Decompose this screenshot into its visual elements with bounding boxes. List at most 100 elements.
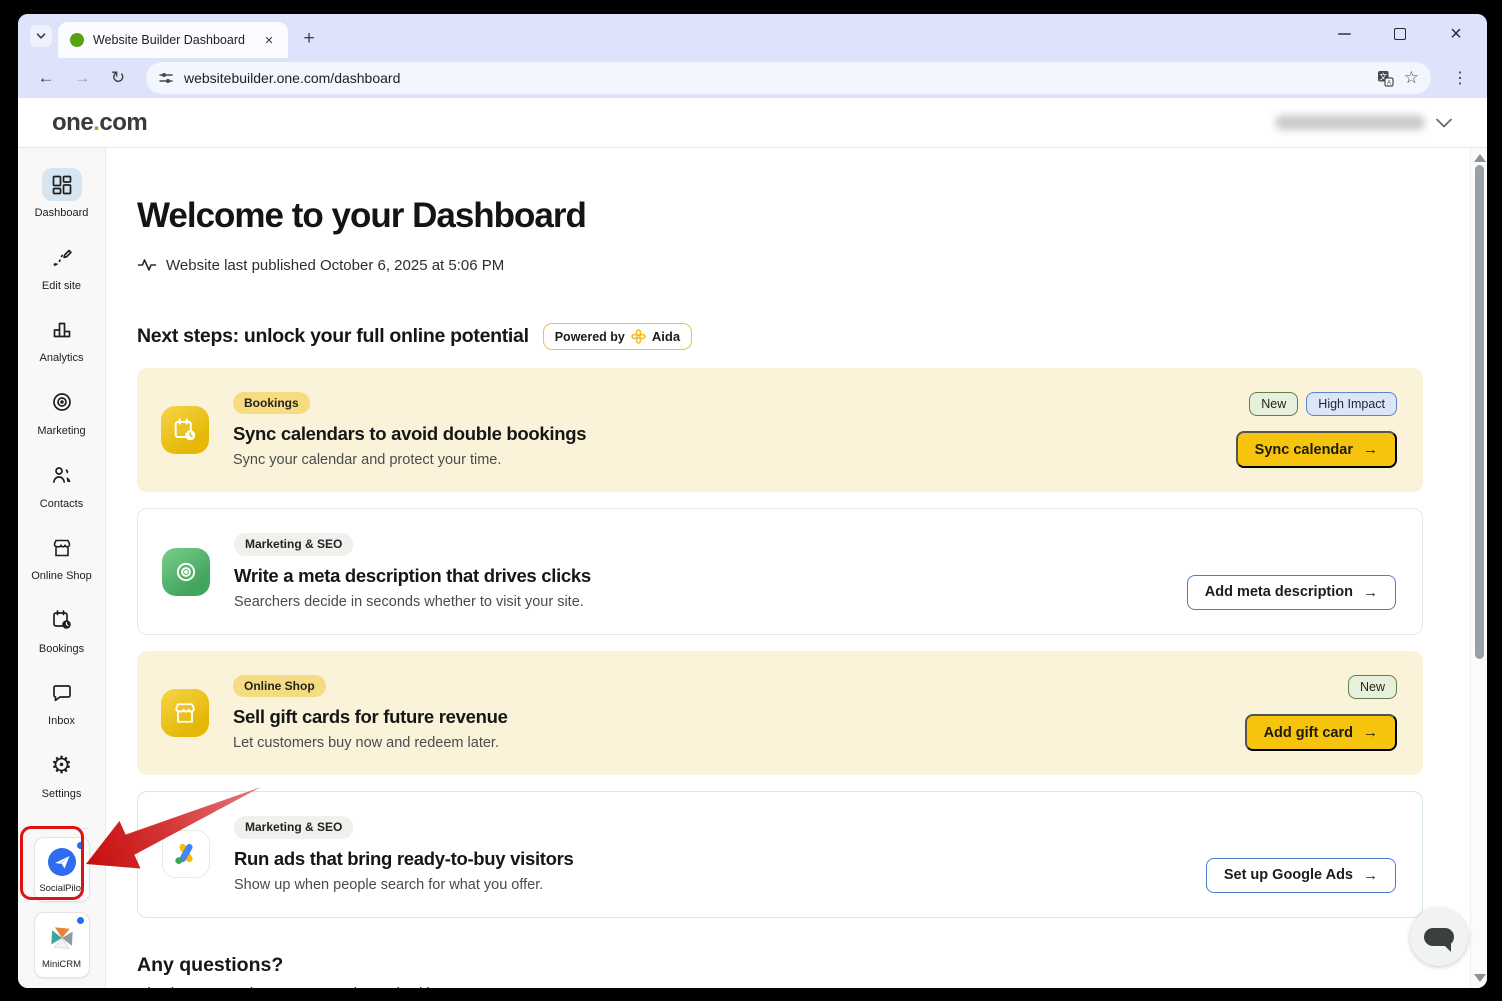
sidebar-item-dashboard[interactable]: Dashboard [18,168,105,241]
button-label: Set up Google Ads [1224,867,1353,883]
bookmark-star-icon[interactable]: ☆ [1404,68,1419,88]
high-impact-badge: High Impact [1306,392,1397,416]
chat-bubble-icon [42,676,82,709]
browser-window: Website Builder Dashboard × + × ← → ↻ we… [18,14,1487,988]
sidebar-app-socialpilot[interactable]: SocialPilot [34,837,90,903]
card-text: Bookings Sync calendars to avoid double … [233,392,1236,468]
back-button[interactable]: ← [32,64,60,92]
screenshot-stage: Website Builder Dashboard × + × ← → ↻ we… [0,0,1502,1001]
card-subtitle: Sync your calendar and protect your time… [233,452,501,468]
tab-search-button[interactable] [30,25,52,47]
new-tab-button[interactable]: + [296,26,322,52]
sidebar-label: Edit site [42,280,81,292]
url-text[interactable]: websitebuilder.one.com/dashboard [184,70,1367,86]
logo-one: one [52,109,93,136]
sidebar-divider [35,828,89,829]
window-controls: × [1329,14,1481,54]
card-meta-description: Marketing & SEO Write a meta description… [137,508,1423,634]
sidebar-label: Analytics [39,352,83,364]
socialpilot-paper-plane-icon [45,845,79,879]
sidebar-label: Contacts [40,498,83,510]
card-text: Online Shop Sell gift cards for future r… [233,675,1245,751]
add-gift-card-button[interactable]: Add gift card → [1245,714,1397,751]
calendar-clock-icon [161,406,209,454]
last-published-text: Website last published October 6, 2025 a… [166,257,504,274]
sidebar-item-marketing[interactable]: Marketing [18,386,105,459]
aida-prefix: Powered by [555,330,625,344]
browser-toolbar: ← → ↻ websitebuilder.one.com/dashboard 文… [18,58,1487,98]
card-right: New Add gift card → [1245,675,1397,751]
translate-icon[interactable]: 文A [1377,70,1394,87]
notification-dot [77,842,84,849]
card-google-ads: Marketing & SEO Run ads that bring ready… [137,791,1423,917]
gear-icon: ⚙ [42,749,82,782]
sidebar-item-edit-site[interactable]: Edit site [18,241,105,314]
scroll-up-arrow[interactable] [1474,154,1486,162]
dashboard-grid-icon [42,168,82,201]
google-ads-icon [162,830,210,878]
tab-close-icon[interactable]: × [260,31,278,49]
app-body: Dashboard Edit site Analytics [18,148,1487,988]
close-button[interactable]: × [1441,19,1471,49]
set-up-google-ads-button[interactable]: Set up Google Ads→ [1206,858,1396,893]
site-info-icon[interactable] [158,70,174,86]
reload-button[interactable]: ↻ [104,64,132,92]
sidebar-item-analytics[interactable]: Analytics [18,313,105,386]
button-label: Add gift card [1264,725,1353,741]
browser-tab[interactable]: Website Builder Dashboard × [58,22,288,58]
target-icon [162,548,210,596]
logo-com: com [99,109,147,136]
card-title: Sync calendars to avoid double bookings [233,423,586,445]
support-chat-button[interactable] [1410,908,1468,966]
sidebar: Dashboard Edit site Analytics [18,148,106,988]
sidebar-item-inbox[interactable]: Inbox [18,676,105,749]
card-title: Write a meta description that drives cli… [234,565,591,587]
next-steps-row: Next steps: unlock your full online pote… [137,323,1423,350]
address-bar[interactable]: websitebuilder.one.com/dashboard 文A ☆ [146,62,1431,94]
card-right: New High Impact Sync calendar→ [1236,392,1397,468]
questions-section: Any questions? Check out our Help Centre… [137,954,1423,988]
sync-calendar-button[interactable]: Sync calendar→ [1236,431,1397,468]
app-label: SocialPilot [39,883,83,894]
scrollbar-thumb[interactable] [1475,165,1484,659]
forward-button[interactable]: → [68,64,96,92]
badge-row: New [1348,675,1397,699]
sidebar-item-contacts[interactable]: Contacts [18,459,105,532]
edit-path-icon [42,241,82,274]
arrow-right-icon: → [1363,724,1378,741]
chevron-down-icon [35,30,47,42]
chat-bubble-icon [1424,928,1454,946]
scroll-down-arrow[interactable] [1474,974,1486,982]
card-subtitle: Let customers buy now and redeem later. [233,735,499,751]
account-name-redacted [1275,115,1425,130]
one-com-logo[interactable]: one.com [52,109,147,137]
maximize-button[interactable] [1385,19,1415,49]
next-steps-cards: Bookings Sync calendars to avoid double … [137,368,1423,918]
sidebar-app-minicrm[interactable]: MiniCRM [34,912,90,978]
card-right: Add meta description→ [1187,533,1396,609]
card-title: Run ads that bring ready-to-buy visitors [234,848,574,870]
new-badge: New [1348,675,1397,699]
sidebar-label: Marketing [37,425,85,437]
pulse-icon [137,255,157,275]
sidebar-item-bookings[interactable]: Bookings [18,604,105,677]
scrollbar[interactable] [1470,148,1487,988]
aida-flower-icon [631,329,646,344]
card-gift-cards: Online Shop Sell gift cards for future r… [137,651,1423,775]
minimize-icon [1338,33,1351,35]
button-label: Add meta description [1205,584,1353,600]
browser-tab-strip: Website Builder Dashboard × + × [18,14,1487,58]
card-sync-calendars: Bookings Sync calendars to avoid double … [137,368,1423,492]
account-menu[interactable] [1275,115,1453,130]
aida-brand: Aida [652,329,680,344]
sidebar-item-online-shop[interactable]: Online Shop [18,531,105,604]
sidebar-item-settings[interactable]: ⚙ Settings [18,749,105,822]
bar-chart-icon [42,313,82,346]
arrow-right-icon: → [1363,441,1378,458]
people-icon [42,459,82,492]
minimize-button[interactable] [1329,19,1359,49]
page-title: Welcome to your Dashboard [137,196,1423,236]
browser-menu-icon[interactable]: ⋮ [1447,65,1473,91]
add-meta-description-button[interactable]: Add meta description→ [1187,575,1396,610]
category-badge: Marketing & SEO [234,816,353,838]
